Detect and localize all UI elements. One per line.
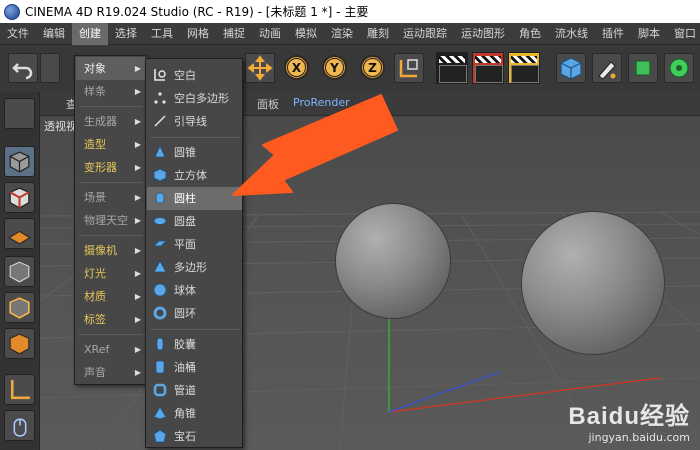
baidu-watermark: Baidu经验 jingyan.baidu.com [568, 396, 690, 444]
watermark-url: jingyan.baidu.com [588, 431, 690, 444]
pointer-arrow-icon [232, 94, 398, 196]
tutorial-arrow-overlay [232, 94, 398, 196]
baidu-jingyan-logo: Baidu经验 [568, 403, 690, 430]
